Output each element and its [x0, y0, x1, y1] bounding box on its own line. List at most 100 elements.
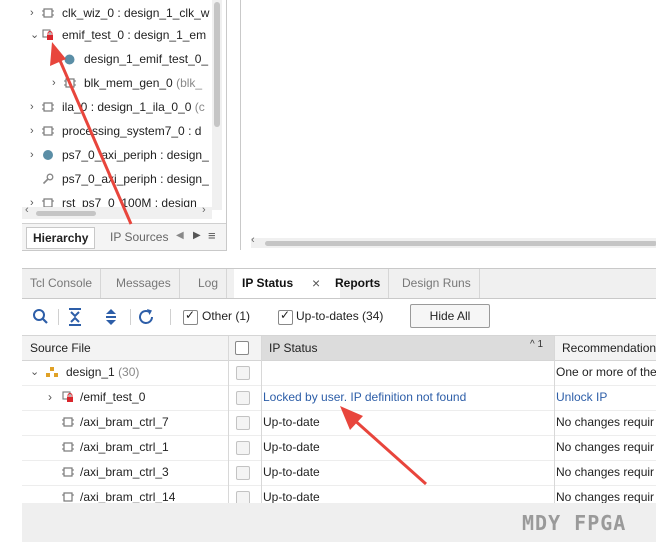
column-divider: [554, 360, 555, 503]
chevron-right-icon[interactable]: ›: [30, 192, 40, 208]
table-row[interactable]: /axi_bram_ctrl_1 Up-to-date No changes r…: [22, 435, 656, 461]
search-icon[interactable]: [30, 307, 52, 327]
scroll-left-icon[interactable]: ‹: [25, 204, 29, 216]
ip-core-icon: [42, 102, 54, 112]
tree-row-label: rst_ps7_0_100M : design: [62, 196, 197, 208]
tree-row-rst[interactable]: › rst_ps7_0_100M : design: [22, 192, 212, 208]
sort-indicator: ^ 1: [530, 339, 544, 350]
chevron-right-icon[interactable]: ›: [30, 144, 40, 166]
toolbar-divider: [58, 309, 59, 325]
column-divider: [228, 360, 229, 503]
tree-row-label: processing_system7_0 : d: [62, 124, 202, 138]
scroll-thumb[interactable]: [265, 241, 656, 246]
row-checkbox[interactable]: [236, 441, 250, 455]
uptodate-checkbox-label: Up-to-dates (34): [296, 309, 384, 323]
scroll-thumb[interactable]: [214, 2, 220, 127]
column-source-file[interactable]: Source File: [30, 336, 91, 360]
chevron-down-icon[interactable]: ⌄: [30, 24, 40, 46]
horizontal-scrollbar[interactable]: ‹: [251, 234, 656, 248]
ip-core-icon: [62, 492, 74, 502]
ip-status-cell[interactable]: Locked by user. IP definition not found: [263, 385, 466, 410]
unlock-ip-link[interactable]: Unlock IP: [556, 385, 607, 410]
row-checkbox[interactable]: [236, 391, 250, 405]
tab-menu-icon[interactable]: ≡: [208, 228, 216, 243]
toolbar-divider: [130, 309, 131, 325]
column-divider: [228, 336, 229, 360]
uptodate-checkbox[interactable]: [278, 308, 293, 325]
ip-status-cell: Up-to-date: [263, 440, 320, 454]
tree-row-blk-mem[interactable]: › blk_mem_gen_0 (blk_: [22, 72, 212, 94]
column-ip-status[interactable]: IP Status ^ 1: [262, 336, 554, 360]
hierarchy-triangle-icon: [46, 367, 58, 377]
chevron-right-icon[interactable]: ›: [30, 2, 40, 24]
chevron-right-icon[interactable]: ›: [52, 48, 62, 70]
ip-status-cell: Up-to-date: [263, 415, 320, 429]
column-divider: [261, 360, 262, 503]
locked-ip-icon: [62, 391, 73, 402]
tree-row-axi-periph[interactable]: › ps7_0_axi_periph : design_: [22, 144, 212, 166]
chevron-down-icon[interactable]: ⌄: [30, 360, 39, 385]
ip-status-toolbar: Other (1) Up-to-dates (34) Hide All: [22, 299, 656, 335]
table-row[interactable]: /axi_bram_ctrl_3 Up-to-date No changes r…: [22, 460, 656, 486]
tab-hierarchy[interactable]: Hierarchy: [26, 227, 96, 249]
source-file-cell: design_1 (30): [66, 365, 140, 379]
source-file-cell: /emif_test_0: [80, 390, 146, 404]
tab-ip-sources[interactable]: IP Sources: [104, 227, 174, 247]
source-file-cell: /axi_bram_ctrl_7: [80, 415, 169, 429]
table-row[interactable]: /axi_bram_ctrl_14 Up-to-date No changes …: [22, 485, 656, 504]
scroll-thumb[interactable]: [36, 211, 96, 216]
hierarchy-tabbar: Hierarchy IP Sources ◀ ▶ ≡: [22, 223, 226, 250]
table-row[interactable]: /axi_bram_ctrl_7 Up-to-date No changes r…: [22, 410, 656, 436]
other-checkbox[interactable]: [183, 308, 198, 325]
tree-row-emif-test[interactable]: ⌄ emif_test_0 : design_1_em: [22, 24, 212, 46]
vertical-scrollbar[interactable]: [212, 0, 222, 210]
chevron-right-icon[interactable]: ›: [30, 120, 40, 142]
hide-all-button[interactable]: Hide All: [410, 304, 490, 328]
tree-row-label: ps7_0_axi_periph : design_: [62, 148, 209, 162]
ip-status-cell: Up-to-date: [263, 465, 320, 479]
tab-tcl-console[interactable]: Tcl Console: [22, 269, 102, 298]
close-icon[interactable]: ×: [312, 269, 320, 298]
refresh-icon[interactable]: [136, 307, 158, 327]
tree-row-axi-periph-2[interactable]: ps7_0_axi_periph : design_: [22, 168, 212, 190]
row-checkbox[interactable]: [236, 366, 250, 380]
chevron-right-icon[interactable]: ›: [48, 385, 52, 410]
column-divider: [554, 336, 555, 360]
row-checkbox[interactable]: [236, 416, 250, 430]
collapse-all-icon[interactable]: [64, 307, 86, 327]
horizontal-scrollbar[interactable]: ‹ ›: [22, 204, 212, 219]
row-checkbox[interactable]: [236, 466, 250, 480]
scroll-right-icon[interactable]: ›: [202, 204, 206, 216]
tree-row-label: ila_0 : design_1_ila_0_0 (c: [62, 100, 205, 114]
ip-core-icon: [42, 126, 54, 136]
tree-row-clk-wiz[interactable]: › clk_wiz_0 : design_1_clk_w: [22, 2, 212, 24]
tree-row-ps7[interactable]: › processing_system7_0 : d: [22, 120, 212, 142]
select-all-checkbox[interactable]: [235, 341, 249, 355]
tab-scroll-right-icon[interactable]: ▶: [193, 230, 201, 241]
expand-all-icon[interactable]: [100, 307, 122, 327]
tree-row-emif-sub[interactable]: › design_1_emif_test_0_: [22, 48, 212, 70]
chevron-right-icon[interactable]: ›: [52, 72, 62, 94]
hierarchy-panel: › clk_wiz_0 : design_1_clk_w ⌄ emif_test…: [22, 0, 227, 251]
ip-status-cell: Up-to-date: [263, 490, 320, 504]
chevron-right-icon[interactable]: ›: [30, 96, 40, 118]
editor-area: ‹: [240, 0, 656, 250]
ip-status-panel: Tcl Console Messages Log IP Status × Rep…: [22, 268, 656, 542]
tab-scroll-left-icon[interactable]: ◀: [176, 230, 184, 241]
tab-log[interactable]: Log: [190, 269, 228, 298]
wrench-icon: [42, 173, 54, 185]
tab-ip-status[interactable]: IP Status ×: [234, 269, 340, 298]
tab-reports[interactable]: Reports: [327, 269, 390, 298]
tree-row-label: blk_mem_gen_0 (blk_: [84, 76, 203, 90]
tree-row-ila[interactable]: › ila_0 : design_1_ila_0_0 (c: [22, 96, 212, 118]
recommendation-cell: One or more of the: [556, 365, 656, 379]
locked-ip-icon: [42, 29, 53, 40]
tree-row-label: ps7_0_axi_periph : design_: [62, 172, 209, 186]
scroll-left-icon[interactable]: ‹: [251, 234, 255, 246]
tab-design-runs[interactable]: Design Runs: [394, 269, 480, 298]
tab-messages[interactable]: Messages: [108, 269, 180, 298]
table-row[interactable]: ⌄ design_1 (30) One or more of the: [22, 360, 656, 386]
panel-footer: MDY FPGA: [22, 503, 656, 542]
table-row[interactable]: › /emif_test_0 Locked by user. IP defini…: [22, 385, 656, 411]
column-recommendation[interactable]: Recommendation: [562, 336, 656, 360]
